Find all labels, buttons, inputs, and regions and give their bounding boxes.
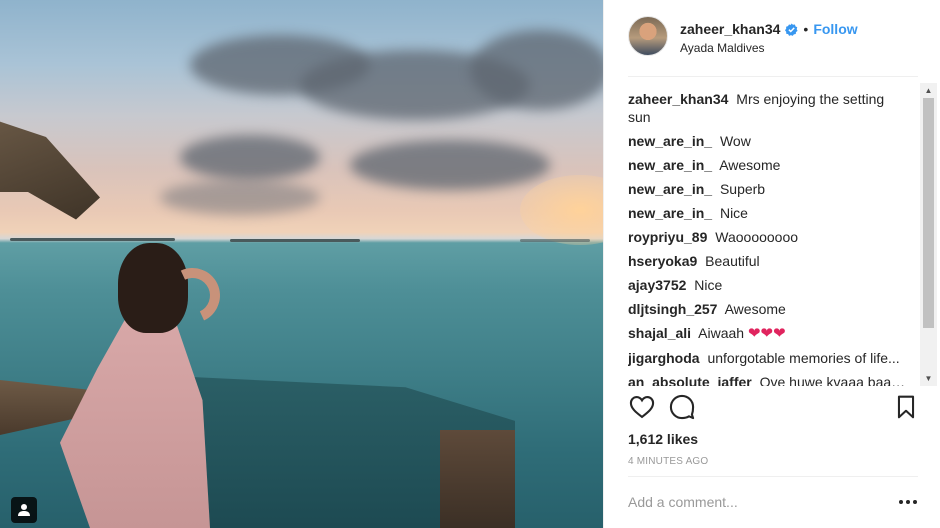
comment-text: unforgotable memories of life... bbox=[707, 350, 900, 366]
comment-text: Nice bbox=[694, 277, 723, 293]
name-row: zaheer_khan34 • Follow bbox=[680, 20, 858, 38]
verified-badge-icon bbox=[785, 22, 798, 36]
thatched-roof bbox=[0, 115, 100, 220]
pool-edge bbox=[440, 430, 515, 528]
comment-username[interactable]: ajay3752 bbox=[628, 277, 686, 293]
more-options-button[interactable] bbox=[896, 492, 920, 512]
author-username[interactable]: zaheer_khan34 bbox=[680, 20, 780, 38]
comment-text: Nice bbox=[719, 205, 748, 221]
comment-item: an_absolute_jaffer Ove huwe kvaaa baaaat bbox=[628, 373, 908, 386]
comment-text: Wow bbox=[719, 133, 751, 149]
like-button[interactable] bbox=[628, 393, 658, 423]
more-options-icon bbox=[899, 500, 903, 504]
comment-item: zaheer_khan34 Mrs enjoying the setting s… bbox=[628, 90, 908, 126]
separator-dot: • bbox=[803, 21, 809, 37]
follow-button[interactable]: Follow bbox=[813, 20, 857, 38]
island bbox=[10, 238, 175, 241]
save-button[interactable] bbox=[893, 393, 923, 423]
scroll-down-arrow-icon[interactable]: ▼ bbox=[920, 371, 937, 386]
comment-text: Superb bbox=[719, 181, 766, 197]
user-tag-button[interactable] bbox=[11, 497, 37, 523]
comment-item: dljtsingh_257 Awesome bbox=[628, 300, 908, 318]
comment-username[interactable]: hseryoka9 bbox=[628, 253, 697, 269]
header-text: zaheer_khan34 • Follow Ayada Maldives bbox=[680, 16, 858, 55]
comment-item: ajay3752 Nice bbox=[628, 276, 908, 294]
comment-username[interactable]: new_are_in_ bbox=[628, 181, 712, 197]
comment-text: Awesome bbox=[724, 301, 786, 317]
comment-item: shajal_ali Aiwaah ❤❤❤ bbox=[628, 324, 908, 343]
add-comment-input[interactable] bbox=[628, 490, 878, 514]
user-tag-icon bbox=[18, 504, 30, 516]
cloud bbox=[180, 135, 320, 180]
comment-username[interactable]: roypriyu_89 bbox=[628, 229, 707, 245]
comment-text: Ove huwe kvaaa baaaat bbox=[759, 374, 908, 386]
cloud bbox=[470, 30, 603, 110]
avatar[interactable] bbox=[628, 16, 668, 56]
comment-bubble-icon bbox=[669, 394, 695, 420]
more-options-icon bbox=[906, 500, 910, 504]
comment-item: hseryoka9 Beautiful bbox=[628, 252, 908, 270]
island bbox=[520, 239, 590, 242]
divider bbox=[628, 476, 918, 477]
location-link[interactable]: Ayada Maldives bbox=[680, 41, 858, 55]
post-time: 4 MINUTES AGO bbox=[628, 456, 709, 467]
comment-button[interactable] bbox=[668, 393, 698, 423]
comment-username[interactable]: zaheer_khan34 bbox=[628, 91, 728, 107]
more-options-icon bbox=[913, 500, 917, 504]
bookmark-icon bbox=[897, 395, 915, 419]
comments-scrollbar[interactable]: ▲ ▼ bbox=[920, 83, 937, 386]
likes-count[interactable]: 1,612 likes bbox=[628, 430, 698, 448]
comment-text: Awesome bbox=[719, 157, 781, 173]
heart-outline-icon bbox=[629, 396, 655, 419]
action-bar bbox=[628, 393, 918, 427]
cloud bbox=[350, 140, 550, 190]
woman-figure bbox=[60, 315, 210, 528]
comment-username[interactable]: dljtsingh_257 bbox=[628, 301, 717, 317]
comment-item: new_are_in_ Superb bbox=[628, 180, 908, 198]
hearts-emoji-icon: ❤❤❤ bbox=[747, 325, 786, 342]
comment-item: jigarghoda unforgotable memories of life… bbox=[628, 349, 908, 367]
comment-item: roypriyu_89 Waoooooooo bbox=[628, 228, 908, 246]
comment-text: Waoooooooo bbox=[715, 229, 799, 245]
post-photo[interactable] bbox=[0, 0, 603, 528]
comment-username[interactable]: new_are_in_ bbox=[628, 205, 712, 221]
post-header: zaheer_khan34 • Follow Ayada Maldives bbox=[628, 16, 918, 74]
scrollbar-thumb[interactable] bbox=[923, 98, 934, 328]
comment-username[interactable]: shajal_ali bbox=[628, 325, 691, 341]
divider bbox=[628, 76, 918, 77]
comment-item: new_are_in_ Wow bbox=[628, 132, 908, 150]
post-modal: zaheer_khan34 • Follow Ayada Maldives za… bbox=[0, 0, 940, 528]
comment-text: Beautiful bbox=[705, 253, 760, 269]
post-sidebar: zaheer_khan34 • Follow Ayada Maldives za… bbox=[603, 0, 940, 528]
scroll-up-arrow-icon[interactable]: ▲ bbox=[920, 83, 937, 98]
comment-username[interactable]: new_are_in_ bbox=[628, 157, 712, 173]
comment-text: Aiwaah bbox=[698, 325, 745, 341]
comments-list[interactable]: zaheer_khan34 Mrs enjoying the setting s… bbox=[628, 90, 908, 386]
comment-username[interactable]: jigarghoda bbox=[628, 350, 700, 366]
comment-item: new_are_in_ Awesome bbox=[628, 156, 908, 174]
island bbox=[230, 239, 360, 242]
cloud bbox=[160, 180, 320, 215]
comment-username[interactable]: an_absolute_jaffer bbox=[628, 374, 752, 386]
comment-item: new_are_in_ Nice bbox=[628, 204, 908, 222]
sun-glow bbox=[520, 175, 603, 245]
comment-username[interactable]: new_are_in_ bbox=[628, 133, 712, 149]
